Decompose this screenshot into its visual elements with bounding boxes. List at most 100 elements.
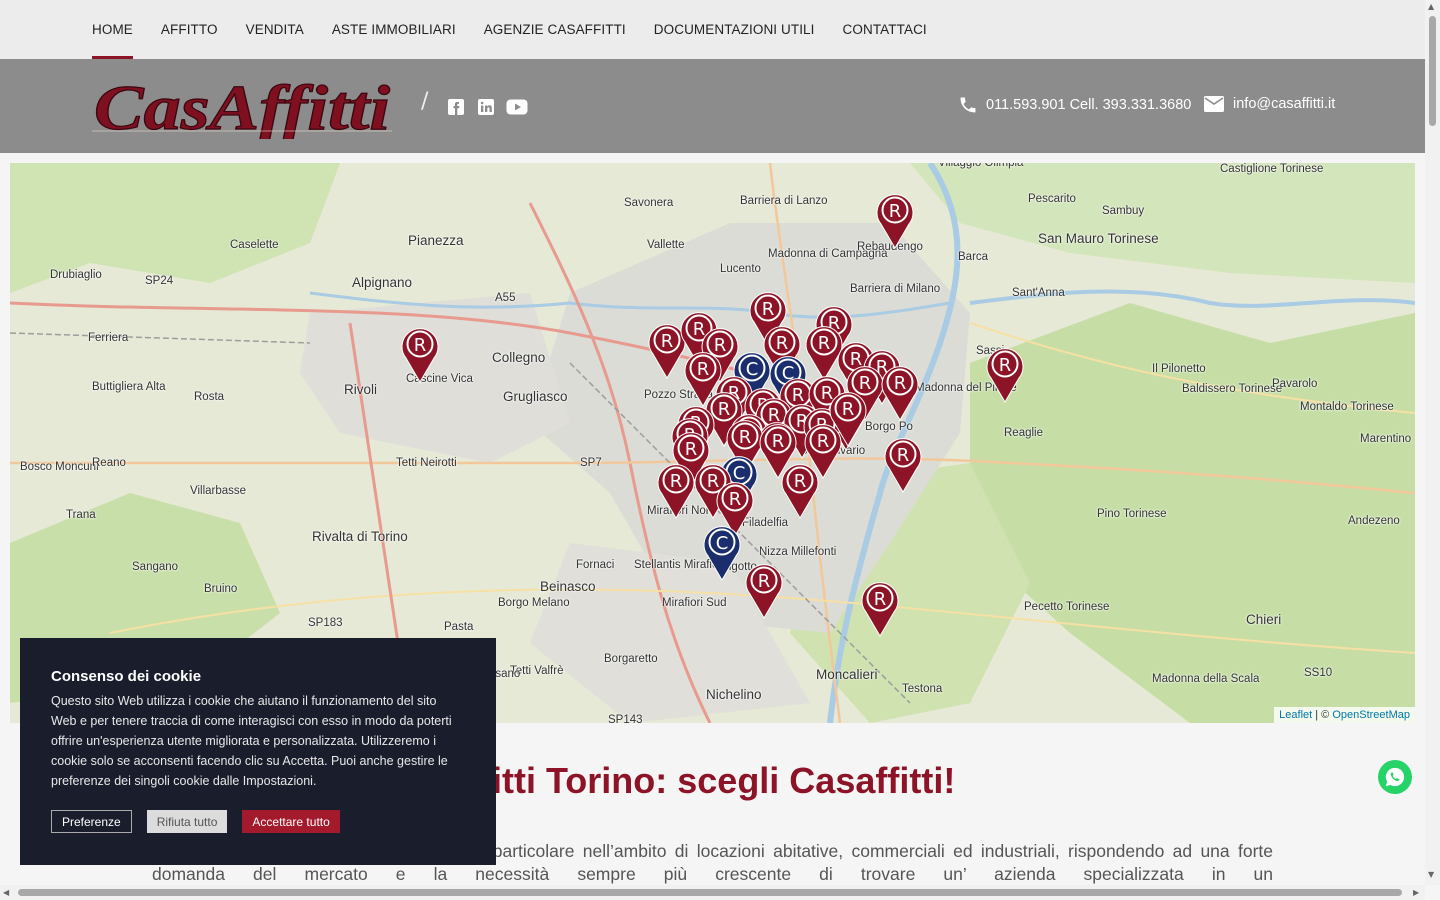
map-place-label: Villaggio Olimpia: [938, 163, 1024, 169]
phone-number[interactable]: 011.593.901 Cell. 393.331.3680: [986, 97, 1191, 113]
scroll-up-arrow-icon[interactable]: ▲: [1428, 2, 1434, 11]
casaffitti-logo[interactable]: CasAffitti: [92, 71, 392, 144]
svg-text:R: R: [772, 431, 785, 452]
svg-text:R: R: [661, 331, 674, 352]
cookie-reject-button[interactable]: Rifiuta tutto: [146, 810, 228, 833]
map-place-label: SS10: [1304, 667, 1333, 679]
map-place-label: Pianezza: [408, 233, 464, 248]
map-place-label: Baldissero Torinese: [1182, 383, 1283, 395]
nav-item-aste-immobiliari[interactable]: ASTE IMMOBILIARI: [332, 0, 456, 59]
cookie-preferences-button[interactable]: Preferenze: [51, 810, 132, 833]
map-place-label: Rivoli: [344, 382, 378, 397]
attribution-separator: | ©: [1312, 709, 1333, 721]
youtube-icon[interactable]: [506, 97, 528, 117]
map-place-label: Barriera di Milano: [850, 283, 941, 295]
mail-icon: [1204, 96, 1224, 112]
svg-text:R: R: [818, 333, 831, 354]
map-place-label: Trana: [66, 509, 96, 521]
map-place-label: Collegno: [492, 350, 546, 365]
svg-text:R: R: [670, 471, 683, 492]
map-place-label: Vallette: [647, 239, 685, 251]
cookie-consent-banner: Consenso dei cookie Questo sito Web util…: [20, 638, 496, 865]
nav-item-vendita[interactable]: VENDITA: [246, 0, 304, 59]
horizontal-scrollbar[interactable]: ◀ ▶: [0, 885, 1425, 900]
svg-text:R: R: [758, 571, 771, 592]
map-place-label: Nizza Millefonti: [759, 546, 837, 558]
svg-text:R: R: [842, 399, 855, 420]
rental-pin-icon[interactable]: R: [880, 363, 920, 421]
map-place-label: Borgaretto: [604, 653, 658, 665]
top-navigation: HOME AFFITTO VENDITA ASTE IMMOBILIARI AG…: [0, 0, 1425, 59]
map-place-label: Barca: [958, 251, 989, 263]
svg-text:R: R: [874, 589, 887, 610]
map-place-label: Bosco Moncuni: [20, 461, 99, 473]
phone-contact[interactable]: 011.593.901 Cell. 393.331.3680: [958, 95, 1191, 115]
logo-graphic: CasAffitti: [92, 71, 392, 144]
map-place-label: Lucento: [720, 263, 761, 275]
map-place-label: Caselette: [230, 239, 279, 251]
map-place-label: Tetti Neirotti: [396, 457, 457, 469]
rental-pin-icon[interactable]: R: [985, 345, 1025, 403]
map-place-label: Borgo Po: [865, 421, 913, 433]
cookie-text: Questo sito Web utilizza i cookie che ai…: [51, 694, 452, 788]
whatsapp-button[interactable]: [1378, 760, 1412, 794]
leaflet-link[interactable]: Leaflet: [1279, 709, 1312, 721]
map-place-label: Marentino: [1360, 433, 1412, 445]
scroll-down-arrow-icon[interactable]: ▼: [1428, 870, 1434, 879]
rental-pin-icon[interactable]: R: [780, 461, 820, 519]
map-place-label: Rivalta di Torino: [312, 529, 408, 544]
svg-text:R: R: [414, 335, 427, 356]
agency-pin-icon[interactable]: C: [702, 523, 742, 581]
nav-item-contattaci[interactable]: CONTATTACI: [843, 0, 927, 59]
rental-pin-icon[interactable]: R: [875, 191, 915, 249]
map-place-label: Fornaci: [576, 559, 615, 571]
rental-pin-icon[interactable]: R: [656, 461, 696, 519]
map-place-label: Rosta: [194, 391, 225, 403]
cookie-title: Consenso dei cookie: [51, 668, 202, 685]
map-place-label: SP7: [580, 457, 602, 469]
horizontal-scroll-thumb[interactable]: [18, 889, 1402, 896]
scroll-right-arrow-icon[interactable]: ▶: [1413, 888, 1419, 897]
map-place-label: Pavarolo: [1272, 378, 1318, 390]
site-header: CasAffitti / 011.593.901 Cell. 393.331.3…: [0, 59, 1425, 153]
map-place-label: San Mauro Torinese: [1038, 231, 1159, 246]
whatsapp-icon: [1385, 767, 1405, 787]
map-place-label: Bruino: [204, 583, 238, 595]
rental-pin-icon[interactable]: R: [860, 579, 900, 637]
map-attribution: Leaflet | © OpenStreetMap: [1274, 707, 1415, 723]
email-address[interactable]: info@casaffitti.it: [1233, 96, 1335, 112]
email-contact[interactable]: info@casaffitti.it: [1203, 95, 1335, 113]
vertical-scroll-thumb[interactable]: [1429, 16, 1436, 126]
vertical-scrollbar[interactable]: ▲ ▼: [1425, 0, 1440, 885]
map-place-label: Andezeno: [1348, 515, 1400, 527]
svg-text:R: R: [729, 489, 742, 510]
map-place-label: SP143: [608, 714, 643, 723]
map-place-label: Montaldo Torinese: [1300, 401, 1394, 413]
map-place-label: Castiglione Torinese: [1220, 163, 1324, 175]
svg-text:R: R: [697, 359, 710, 380]
nav-item-affitto[interactable]: AFFITTO: [161, 0, 218, 59]
map-place-label: Pescarito: [1028, 193, 1076, 205]
nav-item-home[interactable]: HOME: [92, 0, 133, 59]
linkedin-icon[interactable]: [476, 97, 496, 117]
map-place-label: Beinasco: [540, 579, 596, 594]
rental-pin-icon[interactable]: R: [744, 561, 784, 619]
openstreetmap-link[interactable]: OpenStreetMap: [1332, 709, 1410, 721]
facebook-icon[interactable]: [446, 97, 466, 117]
svg-text:R: R: [897, 445, 910, 466]
map-place-label: Pecetto Torinese: [1024, 601, 1110, 613]
svg-text:R: R: [776, 333, 789, 354]
nav-item-agenzie-casaffitti[interactable]: AGENZIE CASAFFITTI: [484, 0, 626, 59]
map-place-label: Borgo Melano: [498, 597, 570, 609]
map-place-label: Ferriera: [88, 332, 129, 344]
map-place-label: Sambuy: [1102, 205, 1145, 217]
rental-pin-icon[interactable]: R: [883, 435, 923, 493]
map-place-label: Drubiaglio: [50, 269, 102, 281]
map-place-label: Moncalieri: [816, 667, 878, 682]
rental-pin-icon[interactable]: R: [400, 325, 440, 383]
map-place-label: Reaglie: [1004, 427, 1043, 439]
cookie-accept-button[interactable]: Accettare tutto: [242, 810, 340, 833]
scroll-left-arrow-icon[interactable]: ◀: [3, 888, 9, 897]
map-place-label: Pasta: [444, 621, 474, 633]
nav-item-documentazioni-utili[interactable]: DOCUMENTAZIONI UTILI: [654, 0, 815, 59]
